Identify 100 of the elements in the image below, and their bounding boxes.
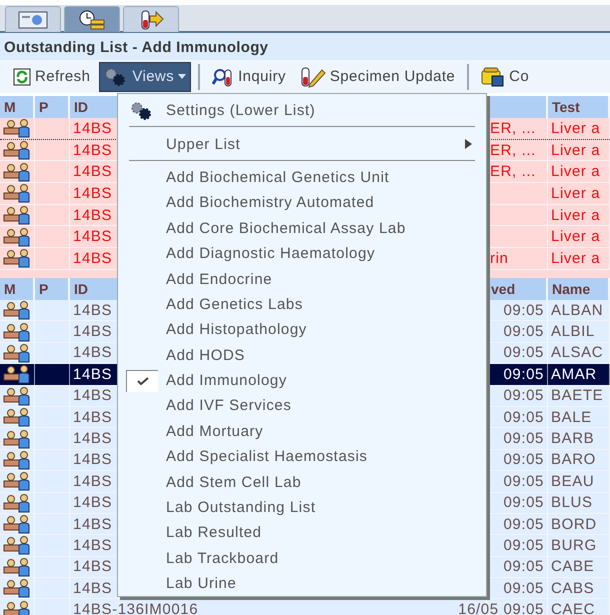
staff-icon — [3, 300, 31, 320]
table-cell: 09:05 — [503, 580, 544, 597]
staff-icon — [3, 118, 31, 138]
table-cell: 14BS — [73, 302, 112, 319]
menu-item[interactable]: Add Genetics Labs — [118, 292, 486, 318]
column-header[interactable]: Name — [548, 278, 610, 300]
list-title: Outstanding List - Add Immunology — [0, 33, 610, 60]
table-cell: Liver a — [548, 226, 610, 248]
table-cell: 09:05 — [503, 387, 544, 404]
column-header[interactable]: P — [35, 96, 70, 118]
staff-icon — [3, 140, 31, 160]
window-icon — [18, 10, 48, 28]
table-cell: ER, ... — [490, 120, 536, 137]
table-cell: BEAU — [551, 472, 594, 490]
staff-icon — [3, 162, 31, 182]
menu-item[interactable]: Add IVF Services — [118, 393, 486, 419]
table-cell: Liver a — [548, 183, 610, 204]
menu-item[interactable]: Add HODS — [118, 342, 486, 368]
table-cell: 14BS — [73, 408, 112, 426]
table-cell: Liver a — [548, 204, 610, 226]
staff-icon — [3, 364, 31, 384]
menu-item[interactable]: Lab Outstanding List — [118, 494, 486, 520]
table-cell: 09:05 — [503, 472, 544, 490]
table-cell: ER, ... — [490, 142, 536, 159]
menu-item[interactable]: Add Mortuary — [118, 418, 486, 444]
menu-item[interactable]: Add Endocrine — [118, 266, 486, 292]
menu-item[interactable]: Add Histopathology — [118, 317, 486, 343]
column-header[interactable]: Test — [548, 96, 610, 118]
menu-item[interactable]: Lab Resulted — [118, 520, 486, 546]
staff-icon — [3, 205, 31, 226]
table-cell: ALBIL — [551, 323, 595, 340]
staff-icon — [3, 407, 31, 428]
staff-icon — [3, 492, 31, 513]
toolbar-button[interactable]: Inquiry — [207, 62, 291, 92]
staff-icon — [3, 248, 31, 268]
table-cell: Liver a — [548, 248, 610, 269]
table-cell: 14BS — [73, 323, 112, 340]
table-cell: 14BS-136IM0016 — [73, 601, 198, 615]
column-header[interactable]: P — [35, 278, 70, 300]
column-header[interactable]: M — [0, 96, 35, 118]
table-cell: BALE — [551, 408, 592, 426]
table-cell: BARB — [551, 430, 594, 448]
column-header[interactable]: ved — [487, 278, 548, 300]
staff-icon — [3, 183, 31, 204]
table-cell: 14BS — [73, 344, 112, 362]
menu-item[interactable]: Lab Trackboard — [118, 546, 486, 572]
table-cell: 14BS — [73, 580, 112, 597]
table-cell: 09:05 — [503, 430, 544, 448]
staff-icon — [3, 556, 31, 577]
staff-icon — [3, 471, 31, 492]
column-header[interactable] — [487, 96, 548, 118]
table-cell: ALSAC — [551, 344, 604, 362]
menu-item[interactable]: Add Specialist Haemostasis — [118, 444, 486, 470]
toolbar-button[interactable]: Refresh — [8, 62, 96, 92]
table-cell: BAETE — [551, 387, 604, 404]
staff-icon — [3, 600, 31, 615]
table-cell: BARO — [551, 451, 596, 468]
views-dropdown-button[interactable]: Views — [99, 62, 192, 92]
table-cell: AMAR — [551, 366, 597, 383]
menu-item[interactable]: Add Stem Cell Lab — [118, 469, 486, 495]
table-cell: 14BS — [73, 366, 112, 383]
table-cell: 14BS — [73, 387, 112, 404]
table-cell: Liver a — [548, 118, 610, 139]
menu-item[interactable]: Add Immunology — [118, 368, 486, 394]
table-cell: 09:05 — [503, 516, 544, 533]
table-cell: 09:05 — [503, 323, 544, 340]
table-cell: 09:05 — [503, 302, 544, 319]
table-cell: 09:05 — [503, 494, 544, 512]
table-cell: 14BS — [73, 472, 112, 490]
staff-icon — [3, 342, 31, 363]
magnifier-tube-icon — [212, 66, 234, 86]
column-header[interactable]: M — [0, 278, 35, 300]
table-cell: BORD — [551, 516, 597, 533]
table-cell: rin — [490, 250, 508, 267]
table-cell: BURG — [551, 536, 597, 554]
staff-icon — [3, 514, 31, 534]
table-cell: 14BS — [73, 516, 112, 533]
tube-pencil-icon — [300, 66, 326, 88]
staff-icon — [3, 428, 31, 449]
table-cell: 14BS — [73, 451, 112, 468]
clock-icon — [77, 8, 107, 30]
table-cell: ALBAN — [551, 302, 604, 319]
staff-icon — [3, 386, 31, 406]
tab[interactable] — [64, 6, 120, 32]
refresh-icon — [13, 68, 31, 86]
toolbar-button[interactable]: Co — [476, 62, 534, 92]
table-cell: 09:05 — [503, 408, 544, 426]
table-cell: 14BS — [73, 494, 112, 512]
table-cell: 09:05 — [503, 451, 544, 468]
tab[interactable] — [123, 6, 179, 32]
table-cell: 09:05 — [503, 366, 544, 383]
table-cell: CABE — [551, 558, 594, 576]
table-cell: 14BS — [73, 430, 112, 448]
toolbar-button[interactable]: Specimen Update — [294, 62, 460, 92]
tab[interactable] — [5, 6, 61, 32]
caret-icon — [178, 74, 186, 79]
table-cell: 09:05 — [503, 558, 544, 576]
menu-item[interactable]: Lab Urine — [118, 571, 486, 596]
table-cell: CAEC — [551, 601, 596, 615]
table-cell: 14BS — [73, 536, 112, 554]
